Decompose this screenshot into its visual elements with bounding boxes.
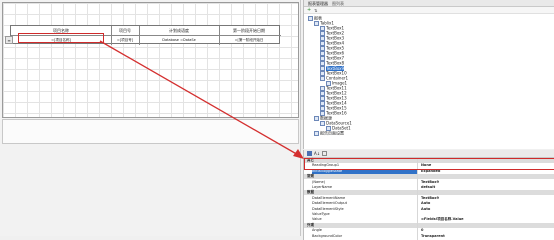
tree-item[interactable]: TextBox5	[320, 46, 344, 51]
tree-item[interactable]: 数据源	[314, 116, 332, 121]
property-selection-highlight	[304, 158, 554, 170]
property-row[interactable]: (Name) TextBox9	[304, 180, 554, 185]
property-row[interactable]: ValueType	[304, 212, 554, 217]
property-category-label: 外观	[307, 222, 314, 227]
property-row[interactable]: DataElementName TextBox9	[304, 196, 554, 201]
data-cell-plan-progress[interactable]: Database =DataSe	[139, 35, 220, 45]
explorer-tabs: 报表管理器 图列表	[304, 0, 554, 7]
report-designer: 项目名称 项目号 计划成语度 第一阶段开始日期 =[项目名称] =[项目号] D…	[0, 0, 301, 236]
property-category[interactable]: 外观	[304, 222, 554, 228]
tree-item[interactable]: TextBox13	[320, 96, 347, 101]
alphabetical-icon[interactable]: A↓	[314, 151, 320, 157]
property-name: LayerName	[312, 185, 333, 189]
properties-panel: A↓ 其它 ReadingGroup1 None InitialToggleState…	[303, 150, 554, 240]
header-cell-phase1-start[interactable]: 第一阶段开始日期	[219, 26, 279, 35]
tree-item[interactable]: TextBox8	[320, 60, 345, 66]
property-row[interactable]: Value =Fields!项目名称.Value	[304, 217, 554, 222]
move-icon[interactable]: ⇅	[314, 8, 317, 13]
report-canvas[interactable]: 项目名称 项目号 计划成语度 第一阶段开始日期 =[项目名称] =[项目号] D…	[2, 2, 299, 118]
property-value[interactable]: =Fields!项目名称.Value	[421, 217, 551, 222]
tree-item[interactable]: TextBox4	[320, 41, 344, 46]
tablix-grip-icon[interactable]: ≡	[5, 36, 13, 44]
property-category-label: 常规	[307, 174, 314, 179]
property-name: ValueType	[312, 212, 330, 216]
tree-item[interactable]: TextBox15	[320, 106, 347, 111]
tree-item[interactable]: 报表	[308, 16, 322, 21]
property-row[interactable]: Angle 0	[304, 228, 554, 233]
tree-item[interactable]: TextBox10	[320, 71, 347, 76]
designer-footer	[2, 119, 299, 144]
tree-item[interactable]: 报告页面设置	[314, 130, 344, 136]
property-name: (Name)	[312, 179, 326, 184]
property-value[interactable]: TextBox9	[421, 180, 551, 185]
tree-item[interactable]: TextBox7	[320, 56, 344, 61]
tree-item[interactable]: TextBox3	[320, 36, 344, 41]
property-name: Angle	[312, 228, 322, 233]
tree-item[interactable]: Container1	[320, 76, 348, 81]
report-explorer-panel: 报表管理器 图列表 + ⇅ 报表 Tablix1 TextBox1 TextBox2 T…	[303, 0, 554, 149]
data-cell-project-number[interactable]: =[项目号]	[111, 35, 140, 45]
property-value[interactable]: TextBox9	[421, 196, 551, 201]
tree-item[interactable]: TextBox9	[320, 65, 345, 71]
tree-item[interactable]: DataSource1	[320, 121, 352, 126]
property-grid-divider	[417, 158, 418, 240]
property-row[interactable]: BackgroundColor Transparent	[304, 234, 554, 239]
tree-item[interactable]: Image1	[326, 81, 347, 86]
tree-item[interactable]: TextBox2	[320, 31, 344, 36]
property-value[interactable]: default	[421, 185, 551, 190]
property-value[interactable]: 0	[421, 228, 551, 233]
header-cell-project-number[interactable]: 项目号	[111, 26, 140, 35]
explorer-toolbar: + ⇅	[304, 7, 554, 14]
property-grid: 其它 ReadingGroup1 None InitialToggleState Exp…	[304, 158, 554, 240]
categorized-icon[interactable]	[307, 151, 312, 156]
property-name: DataElementName	[312, 195, 346, 200]
property-row[interactable]: LayerName default	[304, 185, 554, 190]
tree-item[interactable]: TextBox12	[320, 91, 347, 96]
property-category[interactable]: 数据	[304, 190, 554, 196]
property-name: DataElementOutput	[312, 201, 348, 206]
property-value[interactable]: Transparent	[421, 234, 551, 239]
properties-toolbar: A↓	[304, 150, 554, 158]
property-name: DataElementStyle	[312, 206, 344, 211]
tree-item[interactable]: DataSet1	[326, 126, 351, 131]
tree-node-icon	[320, 121, 325, 126]
add-icon[interactable]: +	[307, 8, 311, 13]
data-cell-phase1-start[interactable]: =[第一阶段开始日	[219, 35, 279, 45]
tree-item[interactable]: TextBox11	[320, 86, 347, 91]
tree-item[interactable]: Tablix1	[314, 21, 334, 26]
header-cell-plan-progress[interactable]: 计划成语度	[139, 26, 220, 35]
explorer-tree: 报表 Tablix1 TextBox1 TextBox2 TextBox3 TextBox…	[304, 16, 554, 146]
property-category-label: 数据	[307, 190, 314, 195]
tree-item[interactable]: TextBox14	[320, 101, 347, 106]
property-pages-icon[interactable]	[322, 151, 327, 156]
tree-item[interactable]: TextBox16	[320, 111, 347, 116]
property-name: BackgroundColor	[312, 233, 343, 238]
tree-node-icon	[314, 116, 319, 121]
property-name: Value	[312, 217, 322, 222]
tree-item[interactable]: TextBox1	[320, 26, 344, 31]
property-value[interactable]: Auto	[421, 201, 551, 206]
tree-node-icon	[320, 76, 325, 81]
property-row[interactable]: DataElementOutput Auto	[304, 201, 554, 206]
tree-node-icon	[314, 131, 319, 136]
tree-item[interactable]: TextBox6	[320, 51, 344, 56]
property-value[interactable]: Auto	[421, 207, 551, 212]
property-row[interactable]: DataElementStyle Auto	[304, 207, 554, 212]
property-category[interactable]: 常规	[304, 174, 554, 180]
tree-item-label: 报告页面设置	[320, 130, 344, 136]
selection-highlight	[18, 33, 104, 43]
tree-node-icon	[314, 21, 319, 26]
tree-node-icon	[308, 16, 313, 21]
tree-item-label: TextBox8	[326, 60, 345, 66]
